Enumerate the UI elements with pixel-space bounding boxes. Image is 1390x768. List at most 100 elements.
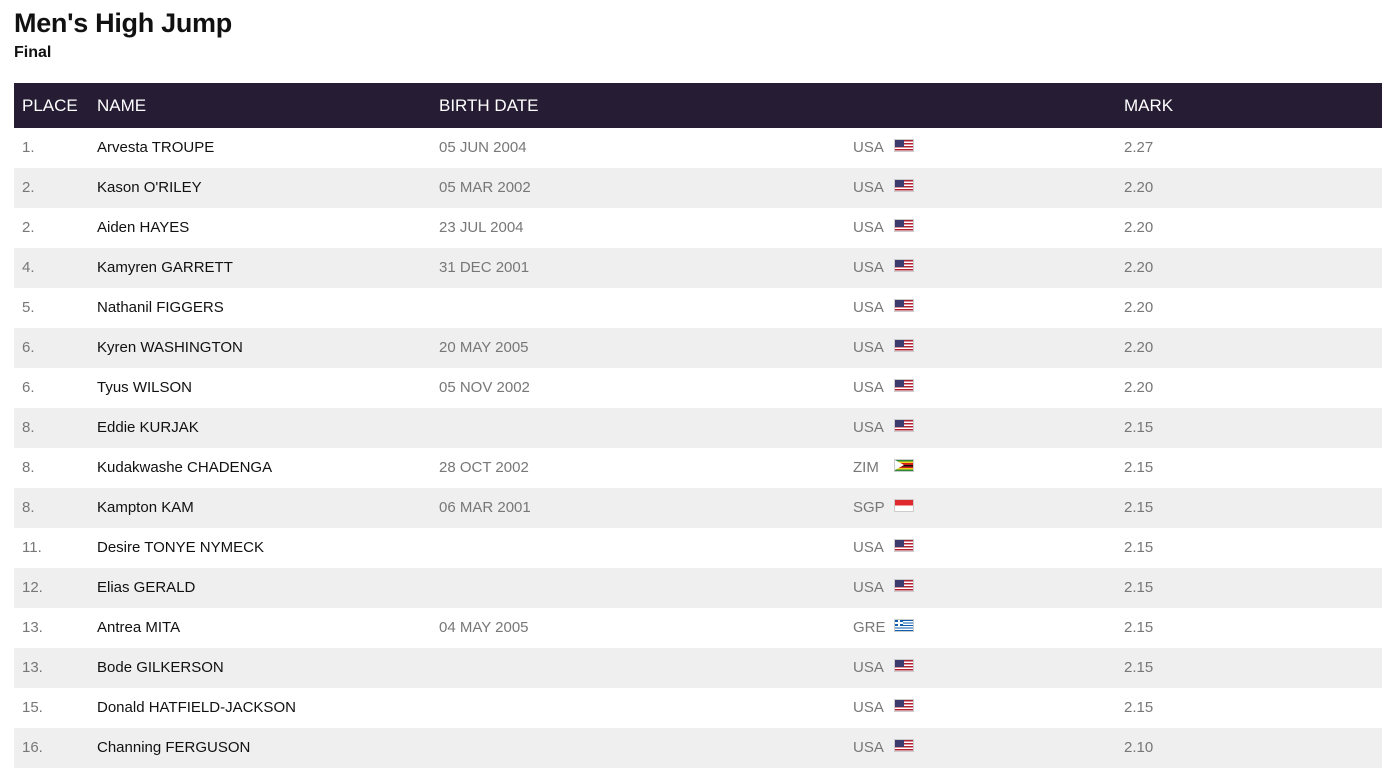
- table-row: 13. Bode GILKERSON USA 2.15: [14, 648, 1382, 688]
- athlete-name-link[interactable]: Kampton KAM: [97, 499, 194, 516]
- athlete-name-link[interactable]: Bode GILKERSON: [97, 659, 224, 676]
- place-cell: 6.: [22, 339, 35, 356]
- table-row: 6. Kyren WASHINGTON 20 MAY 2005 USA 2.20: [14, 328, 1382, 368]
- mark-cell: 2.15: [1124, 659, 1154, 676]
- birth-date-cell: 23 JUL 2004: [439, 219, 524, 236]
- country-code-cell: USA: [853, 139, 884, 156]
- place-cell: 13.: [22, 659, 43, 676]
- table-row: 16. Channing FERGUSON USA 2.10: [14, 728, 1382, 768]
- table-row: 11. Desire TONYE NYMECK USA 2.15: [14, 528, 1382, 568]
- country-code-cell: GRE: [853, 619, 886, 636]
- table-row: 15. Donald HATFIELD-JACKSON USA 2.15: [14, 688, 1382, 728]
- place-cell: 13.: [22, 619, 43, 636]
- usa-flag-icon: [894, 699, 914, 712]
- mark-cell: 2.20: [1124, 299, 1154, 316]
- athlete-name-link[interactable]: Arvesta TROUPE: [97, 139, 214, 156]
- usa-flag-icon: [894, 139, 914, 152]
- athlete-name-link[interactable]: Eddie KURJAK: [97, 419, 199, 436]
- mark-cell: 2.15: [1124, 699, 1154, 716]
- country-code-cell: USA: [853, 259, 884, 276]
- usa-flag-icon: [894, 339, 914, 352]
- table-row: 4. Kamyren GARRETT 31 DEC 2001 USA 2.20: [14, 248, 1382, 288]
- mark-cell: 2.20: [1124, 379, 1154, 396]
- country-code-cell: USA: [853, 379, 884, 396]
- results-table: PLACE NAME BIRTH DATE MARK 1. Arvesta TRO…: [14, 83, 1382, 768]
- birth-date-cell: 06 MAR 2001: [439, 499, 531, 516]
- page-subtitle: Final: [14, 44, 52, 61]
- place-cell: 12.: [22, 579, 43, 596]
- usa-flag-icon: [894, 659, 914, 672]
- mark-cell: 2.15: [1124, 619, 1154, 636]
- place-cell: 11.: [22, 539, 42, 556]
- birth-date-cell: 20 MAY 2005: [439, 339, 529, 356]
- table-row: 1. Arvesta TROUPE 05 JUN 2004 USA 2.27: [14, 128, 1382, 168]
- athlete-name-link[interactable]: Desire TONYE NYMECK: [97, 539, 264, 556]
- athlete-name-link[interactable]: Antrea MITA: [97, 619, 180, 636]
- athlete-name-link[interactable]: Kamyren GARRETT: [97, 259, 233, 276]
- table-row: 2. Kason O'RILEY 05 MAR 2002 USA 2.20: [14, 168, 1382, 208]
- country-code-cell: USA: [853, 659, 884, 676]
- table-row: 8. Eddie KURJAK USA 2.15: [14, 408, 1382, 448]
- mark-cell: 2.15: [1124, 419, 1154, 436]
- sgp-flag-icon: [894, 499, 914, 512]
- gre-flag-icon: [894, 619, 914, 632]
- athlete-name-link[interactable]: Nathanil FIGGERS: [97, 299, 224, 316]
- place-cell: 5.: [22, 299, 35, 316]
- birth-date-cell: 05 MAR 2002: [439, 179, 531, 196]
- table-row: 6. Tyus WILSON 05 NOV 2002 USA 2.20: [14, 368, 1382, 408]
- athlete-name-link[interactable]: Kudakwashe CHADENGA: [97, 459, 272, 476]
- header-birth-date: BIRTH DATE: [439, 96, 539, 115]
- usa-flag-icon: [894, 179, 914, 192]
- mark-cell: 2.10: [1124, 739, 1154, 756]
- country-code-cell: ZIM: [853, 459, 879, 476]
- mark-cell: 2.15: [1124, 579, 1154, 596]
- usa-flag-icon: [894, 379, 914, 392]
- usa-flag-icon: [894, 419, 914, 432]
- zim-flag-icon: [894, 459, 914, 472]
- athlete-name-link[interactable]: Elias GERALD: [97, 579, 195, 596]
- country-code-cell: USA: [853, 339, 884, 356]
- place-cell: 16.: [22, 739, 43, 756]
- usa-flag-icon: [894, 579, 914, 592]
- header-name: NAME: [97, 96, 147, 115]
- birth-date-cell: 04 MAY 2005: [439, 619, 529, 636]
- birth-date-cell: 05 NOV 2002: [439, 379, 530, 396]
- usa-flag-icon: [894, 299, 914, 312]
- athlete-name-link[interactable]: Channing FERGUSON: [97, 739, 250, 756]
- place-cell: 2.: [22, 219, 35, 236]
- place-cell: 1.: [22, 139, 35, 156]
- usa-flag-icon: [894, 259, 914, 272]
- place-cell: 15.: [22, 699, 43, 716]
- athlete-name-link[interactable]: Tyus WILSON: [97, 379, 192, 396]
- country-code-cell: SGP: [853, 499, 885, 516]
- mark-cell: 2.15: [1124, 539, 1154, 556]
- country-code-cell: USA: [853, 299, 884, 316]
- mark-cell: 2.15: [1124, 459, 1154, 476]
- athlete-name-link[interactable]: Kyren WASHINGTON: [97, 339, 243, 356]
- athlete-name-link[interactable]: Donald HATFIELD-JACKSON: [97, 699, 296, 716]
- place-cell: 6.: [22, 379, 35, 396]
- usa-flag-icon: [894, 739, 914, 752]
- country-code-cell: USA: [853, 539, 884, 556]
- mark-cell: 2.20: [1124, 259, 1154, 276]
- birth-date-cell: 05 JUN 2004: [439, 139, 527, 156]
- mark-cell: 2.15: [1124, 499, 1154, 516]
- athlete-name-link[interactable]: Aiden HAYES: [97, 219, 189, 236]
- table-row: 8. Kudakwashe CHADENGA 28 OCT 2002 ZIM 2.15: [14, 448, 1382, 488]
- usa-flag-icon: [894, 539, 914, 552]
- country-code-cell: USA: [853, 579, 884, 596]
- page-title: Men's High Jump: [14, 8, 232, 38]
- place-cell: 4.: [22, 259, 35, 276]
- athlete-name-link[interactable]: Kason O'RILEY: [97, 179, 202, 196]
- header-mark: MARK: [1124, 96, 1174, 115]
- mark-cell: 2.20: [1124, 219, 1154, 236]
- table-row: 5. Nathanil FIGGERS USA 2.20: [14, 288, 1382, 328]
- country-code-cell: USA: [853, 179, 884, 196]
- usa-flag-icon: [894, 219, 914, 232]
- country-code-cell: USA: [853, 219, 884, 236]
- table-body: 1. Arvesta TROUPE 05 JUN 2004 USA 2.27 2. Kaso…: [14, 128, 1382, 768]
- place-cell: 8.: [22, 459, 35, 476]
- mark-cell: 2.20: [1124, 179, 1154, 196]
- birth-date-cell: 28 OCT 2002: [439, 459, 529, 476]
- country-code-cell: USA: [853, 699, 884, 716]
